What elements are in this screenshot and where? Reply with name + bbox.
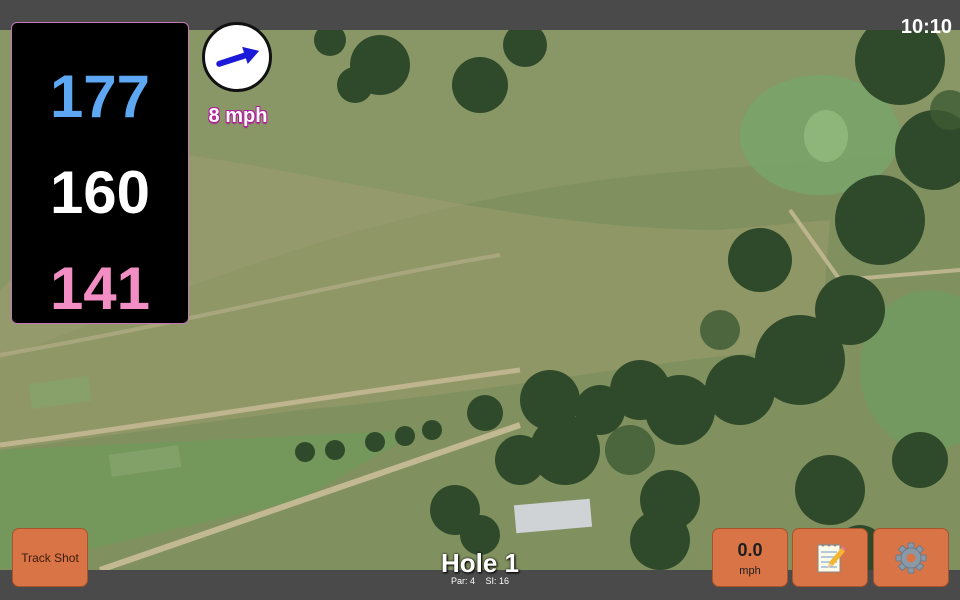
distance-panel: 177 160 141 — [11, 22, 189, 324]
front-distance: 141 — [49, 255, 151, 322]
hole-info: Par: 4 SI: 16 — [400, 576, 560, 587]
settings-button[interactable] — [873, 528, 949, 587]
speed-unit: mph — [739, 565, 761, 577]
speed-value: 0.0 — [737, 540, 763, 560]
gear-icon — [895, 542, 927, 573]
wind-direction-dial — [202, 22, 272, 92]
middle-distance: 160 — [49, 159, 151, 226]
hole-stroke-index: SI: 16 — [485, 576, 510, 586]
notes-button[interactable] — [792, 528, 868, 587]
back-distance: 177 — [49, 63, 151, 130]
notepad-icon — [817, 543, 845, 572]
hole-title: Hole 1 — [440, 548, 520, 578]
clock: 10:10 — [900, 16, 952, 38]
hole-par: Par: 4 — [450, 576, 475, 586]
wind-arrow-icon — [216, 46, 260, 67]
track-shot-label: Track Shot — [21, 550, 79, 565]
speed-button[interactable]: 0.0 mph — [712, 528, 788, 587]
wind-speed-label: 8 mph — [208, 105, 268, 127]
track-shot-button[interactable]: Track Shot — [12, 528, 88, 587]
